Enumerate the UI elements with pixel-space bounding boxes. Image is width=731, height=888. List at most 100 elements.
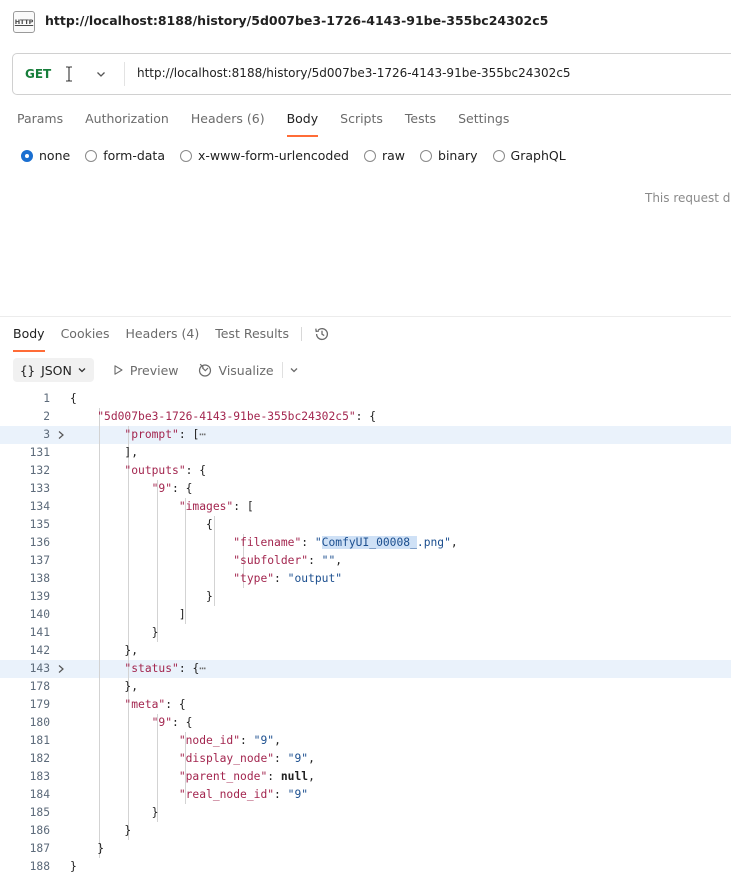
code-content: ] [178, 608, 186, 621]
code-line: 136 "filename": "ComfyUI_00008_.png", [0, 534, 731, 552]
line-number: 134 [29, 500, 50, 513]
code-line: 3 "prompt": [⋯ [0, 426, 731, 444]
code-line: 2 "5d007be3-1726-4143-91be-355bc24302c5"… [0, 408, 731, 426]
expand-chevron-icon[interactable] [56, 664, 66, 674]
code-content: "prompt": [⋯ [124, 428, 207, 441]
tab-tests[interactable]: Tests [405, 111, 436, 137]
radio-label: form-data [103, 148, 165, 163]
code-content: } [97, 842, 105, 855]
request-tabs: Params Authorization Headers (6) Body Sc… [17, 111, 531, 137]
radio-binary[interactable]: binary [420, 148, 478, 163]
code-content: } [151, 806, 159, 819]
code-content: }, [124, 644, 139, 657]
line-number: 181 [29, 734, 50, 747]
code-line: 187 } [0, 840, 731, 858]
code-content: ], [124, 446, 139, 459]
radio-x-www-form-urlencoded[interactable]: x-www-form-urlencoded [180, 148, 349, 163]
line-number: 183 [29, 770, 50, 783]
tab-headers[interactable]: Headers (6) [191, 111, 265, 137]
code-content: "outputs": { [124, 464, 207, 477]
code-line: 134 "images": [ [0, 498, 731, 516]
tab-authorization[interactable]: Authorization [85, 111, 169, 137]
tab-params[interactable]: Params [17, 111, 63, 137]
code-line: 186 } [0, 822, 731, 840]
response-tab-test-results[interactable]: Test Results [215, 326, 289, 352]
url-divider [124, 62, 125, 86]
url-input[interactable] [137, 66, 731, 80]
format-select[interactable]: {} JSON [13, 358, 94, 382]
visualize-button[interactable]: Visualize [197, 362, 274, 378]
code-content: "filename": "ComfyUI_00008_.png", [233, 536, 458, 549]
line-number: 186 [29, 824, 50, 837]
request-title[interactable]: http://localhost:8188/history/5d007be3-1… [45, 13, 548, 28]
code-content: } [124, 824, 132, 837]
line-number: 182 [29, 752, 50, 765]
code-line: 188} [0, 858, 731, 876]
radio-form-data[interactable]: form-data [85, 148, 165, 163]
code-line: 183 "parent_node": null, [0, 768, 731, 786]
radio-button[interactable] [180, 149, 192, 162]
code-content: { [70, 392, 77, 405]
tab-settings[interactable]: Settings [458, 111, 509, 137]
code-line: 184 "real_node_id": "9" [0, 786, 731, 804]
response-json-editor[interactable]: 1{2 "5d007be3-1726-4143-91be-355bc24302c… [0, 390, 731, 876]
radio-label: x-www-form-urlencoded [198, 148, 349, 163]
code-line: 179 "meta": { [0, 696, 731, 714]
radio-button[interactable] [363, 149, 376, 162]
chevron-down-icon[interactable] [95, 68, 107, 80]
response-tab-headers[interactable]: Headers (4) [126, 326, 200, 352]
no-body-message: This request do [645, 191, 731, 205]
radio-graphql[interactable]: GraphQL [492, 148, 566, 163]
preview-button[interactable]: Preview [112, 363, 179, 378]
radio-label: none [39, 148, 71, 163]
radio-button[interactable] [492, 149, 505, 162]
line-number: 141 [29, 626, 50, 639]
radio-button-checked[interactable] [21, 149, 33, 162]
pane-divider[interactable] [0, 316, 731, 317]
line-number: 179 [29, 698, 50, 711]
line-number: 137 [29, 554, 50, 567]
http-badge-text: HTTP [14, 18, 34, 26]
code-content: "meta": { [124, 698, 186, 711]
radio-none[interactable]: none [21, 148, 70, 163]
radio-label: GraphQL [510, 148, 566, 163]
response-tab-cookies[interactable]: Cookies [61, 326, 110, 352]
tab-body[interactable]: Body [286, 111, 318, 137]
line-number: 2 [43, 410, 50, 423]
history-icon[interactable] [314, 326, 330, 342]
chevron-down-icon [78, 368, 86, 373]
code-line: 137 "subfolder": "", [0, 552, 731, 570]
indent-guide [214, 516, 216, 534]
method-select[interactable]: GET [25, 67, 51, 81]
expand-chevron-icon[interactable] [56, 430, 66, 440]
http-request-icon: HTTP [13, 11, 35, 33]
radio-button[interactable] [85, 149, 98, 162]
code-line: 1{ [0, 390, 731, 408]
code-content: "display_node": "9", [178, 752, 315, 765]
code-content: } [151, 626, 159, 639]
radio-button[interactable] [420, 149, 433, 162]
code-content: "subfolder": "", [233, 554, 343, 567]
code-line: 132 "outputs": { [0, 462, 731, 480]
radio-label: raw [381, 148, 406, 163]
code-content: "status": {⋯ [124, 662, 207, 675]
code-line: 131 ], [0, 444, 731, 462]
text-cursor-icon [66, 66, 72, 82]
preview-label: Preview [129, 362, 179, 378]
line-number: 140 [29, 608, 50, 621]
line-number: 185 [29, 806, 50, 819]
code-content: "9": { [151, 716, 193, 729]
line-number: 135 [29, 518, 50, 531]
code-content: "real_node_id": "9" [178, 788, 309, 801]
line-number: 178 [29, 680, 50, 693]
code-content: } [206, 590, 213, 603]
chevron-down-icon[interactable] [289, 365, 299, 375]
code-content: { [206, 518, 213, 531]
response-tab-body[interactable]: Body [13, 326, 45, 352]
line-number: 132 [29, 464, 50, 477]
tab-scripts[interactable]: Scripts [340, 111, 383, 137]
response-tabs: Body Cookies Headers (4) Test Results [13, 326, 330, 352]
radio-raw[interactable]: raw [363, 148, 406, 163]
format-label: JSON [41, 362, 72, 378]
code-line: 138 "type": "output" [0, 570, 731, 588]
